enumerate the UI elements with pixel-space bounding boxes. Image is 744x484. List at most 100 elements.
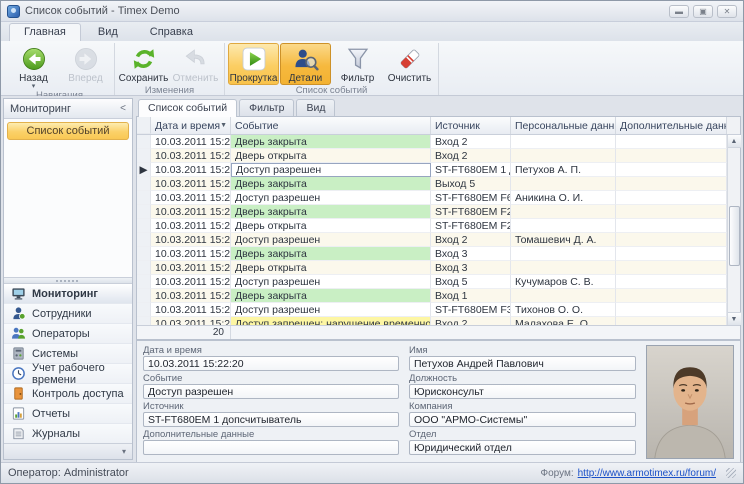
document-tab-strip: Список событий Фильтр Вид (136, 98, 741, 116)
scroll-up-icon[interactable]: ▲ (728, 135, 741, 148)
cell-source: Вход 2 (431, 317, 511, 325)
table-row[interactable]: 10.03.2011 15:22:10Доступ разрешенST-FT6… (137, 191, 727, 205)
back-arrow-icon (21, 46, 47, 72)
ribbon-tab-help[interactable]: Справка (135, 23, 208, 41)
ribbon-tab-home[interactable]: Главная (9, 23, 81, 41)
table-row[interactable]: 10.03.2011 15:22:05Дверь закрытаST-FT680… (137, 205, 727, 219)
column-header-additional[interactable]: Дополнительные данные (616, 117, 727, 134)
sidebar-item-2[interactable]: Операторы (4, 323, 132, 343)
cell-event: Доступ разрешен (231, 303, 431, 317)
sidebar-item-label: Учет рабочего времени (32, 362, 125, 386)
table-row[interactable]: 10.03.2011 15:21:55Дверь закрытаВход 3 (137, 247, 727, 261)
table-row[interactable]: 10.03.2011 15:22:15Дверь закрытаВыход 5 (137, 177, 727, 191)
cell-additional (616, 205, 727, 219)
cell-datetime: 10.03.2011 15:21:55 (151, 261, 231, 275)
cell-personal (511, 247, 616, 261)
cell-source: ST-FT680EM F6 (431, 191, 511, 205)
maximize-button[interactable]: ▣ (693, 5, 713, 18)
tab-filter[interactable]: Фильтр (239, 99, 294, 116)
collapse-panel-icon[interactable]: < (120, 103, 126, 114)
tree-item-event-list[interactable]: Список событий (7, 122, 129, 140)
sidebar-item-1[interactable]: Сотрудники (4, 303, 132, 323)
cell-additional (616, 191, 727, 205)
row-indicator (137, 149, 151, 163)
sidebar-more-strip: ▾ (4, 443, 132, 459)
sidebar-item-6[interactable]: Отчеты (4, 403, 132, 423)
table-row[interactable]: ▶10.03.2011 15:22:20Доступ разрешенST-FT… (137, 163, 727, 177)
column-header-source[interactable]: Источник (431, 117, 511, 134)
ribbon-group-0: Назад▾ВпередНавигация (5, 43, 115, 95)
employees-icon (11, 306, 26, 321)
cancel-button[interactable]: Отменить (170, 43, 221, 85)
detail-field-left-3[interactable] (143, 440, 399, 455)
resize-grip[interactable] (726, 468, 736, 478)
cell-event: Доступ запрещен: нарушение временной зон… (231, 317, 431, 325)
row-indicator (137, 289, 151, 303)
title-bar: Список событий - Timex Demo ▬ ▣ ✕ (1, 1, 743, 22)
tab-view[interactable]: Вид (296, 99, 335, 116)
tab-event-list[interactable]: Список событий (138, 99, 237, 117)
scroll-button[interactable]: Прокрутка (228, 43, 279, 85)
ribbon: Назад▾ВпередНавигацияСохранитьОтменитьИз… (1, 41, 743, 96)
column-header-personal[interactable]: Персональные данные (511, 117, 616, 134)
detail-field-left-2[interactable]: ST-FT680EM 1 допсчитыватель (143, 412, 399, 427)
table-row[interactable]: 10.03.2011 15:21:45Дверь закрытаВход 1 (137, 289, 727, 303)
scrollbar-thumb[interactable] (729, 206, 740, 266)
forward-button[interactable]: Вперед (60, 43, 111, 90)
sidebar-item-label: Отчеты (32, 408, 70, 420)
column-header-event[interactable]: Событие (231, 117, 431, 134)
table-row[interactable]: 10.03.2011 15:22:25Дверь открытаВход 2 (137, 149, 727, 163)
sidebar-item-5[interactable]: Контроль доступа (4, 383, 132, 403)
detail-field-left-1[interactable]: Доступ разрешен (143, 384, 399, 399)
cell-datetime: 10.03.2011 15:22:25 (151, 135, 231, 149)
undo-icon (183, 46, 209, 72)
vertical-scrollbar[interactable]: ▲ ▼ (727, 135, 740, 325)
sidebar-item-0[interactable]: Мониторинг (4, 283, 132, 303)
sidebar-panel-header: Мониторинг < (4, 99, 132, 119)
table-row[interactable]: 10.03.2011 15:22:05Дверь открытаST-FT680… (137, 219, 727, 233)
forum-link[interactable]: http://www.armotimex.ru/forum/ (578, 468, 716, 479)
detail-field-right-0[interactable]: Петухов Андрей Павлович (409, 356, 636, 371)
sidebar-splitter[interactable] (4, 277, 132, 283)
sidebar-item-label: Журналы (32, 428, 80, 440)
ribbon-tab-view[interactable]: Вид (83, 23, 133, 41)
details-button[interactable]: Детали (280, 43, 331, 85)
column-header-datetime[interactable]: Дата и время ▼ (151, 117, 231, 134)
table-row[interactable]: 10.03.2011 15:22:00Доступ разрешенВход 2… (137, 233, 727, 247)
table-row[interactable]: 10.03.2011 15:21:50Доступ разрешенВход 5… (137, 275, 727, 289)
filter-button[interactable]: Фильтр (332, 43, 383, 85)
status-bar: Оператор: Administrator Форум: http://ww… (1, 462, 743, 483)
row-indicator (137, 261, 151, 275)
sidebar-tree: Список событий (4, 119, 132, 277)
row-indicator (137, 247, 151, 261)
row-indicator (137, 205, 151, 219)
detail-label-left-2: Источник (143, 401, 399, 412)
chevron-down-icon[interactable]: ▾ (122, 447, 126, 456)
detail-field-right-2[interactable]: ООО "АРМО-Системы" (409, 412, 636, 427)
forum-label: Форум: (540, 468, 573, 479)
back-button[interactable]: Назад▾ (8, 43, 59, 90)
table-row[interactable]: 10.03.2011 15:22:25Дверь закрытаВход 2 (137, 135, 727, 149)
detail-label-right-0: Имя (409, 345, 636, 356)
sidebar-item-7[interactable]: Журналы (4, 423, 132, 443)
save-button[interactable]: Сохранить (118, 43, 169, 85)
detail-field-left-0[interactable]: 10.03.2011 15:22:20 (143, 356, 399, 371)
sidebar-item-4[interactable]: Учет рабочего времени (4, 363, 132, 383)
sidebar-item-3[interactable]: Системы (4, 343, 132, 363)
cell-event: Доступ разрешен (231, 191, 431, 205)
detail-field-right-1[interactable]: Юрисконсульт (409, 384, 636, 399)
cell-personal (511, 261, 616, 275)
detail-field-right-3[interactable]: Юридический отдел (409, 440, 636, 455)
detail-label-left-0: Дата и время (143, 345, 399, 356)
table-row[interactable]: 10.03.2011 15:21:55Дверь открытаВход 3 (137, 261, 727, 275)
clear-button[interactable]: Очистить (384, 43, 435, 85)
scroll-down-icon[interactable]: ▼ (728, 312, 741, 325)
cell-event: Дверь закрыта (231, 289, 431, 303)
table-row[interactable]: 10.03.2011 15:21:35Доступ запрещен: нару… (137, 317, 727, 325)
minimize-button[interactable]: ▬ (669, 5, 689, 18)
cell-source: ST-FT680EM 1 допсчитыват... (431, 163, 511, 177)
table-row[interactable]: 10.03.2011 15:21:40Доступ разрешенST-FT6… (137, 303, 727, 317)
cell-additional (616, 247, 727, 261)
close-button[interactable]: ✕ (717, 5, 737, 18)
ribbon-button-label: Вперед (68, 73, 102, 84)
